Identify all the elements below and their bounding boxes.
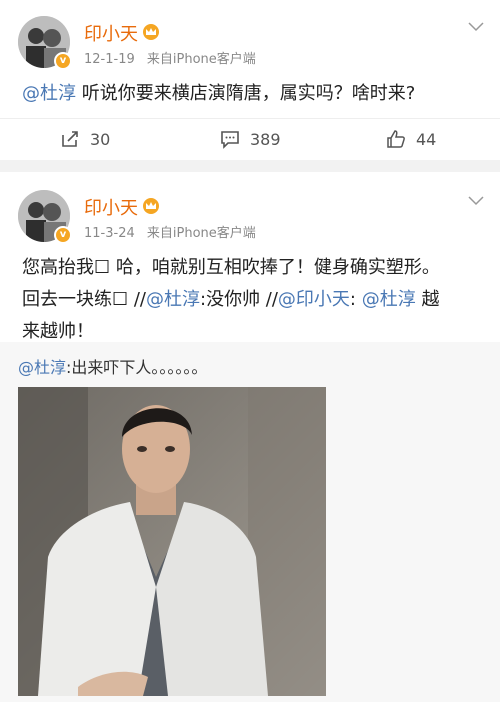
mention-link[interactable]: @杜淳	[362, 289, 416, 310]
repost-count: 30	[90, 129, 111, 149]
verified-badge-icon: v	[54, 226, 72, 244]
post-text-line-2: 回去一块练☐ //@杜淳:没你帅 //@印小天: @杜淳 越	[22, 284, 482, 316]
action-bar: 30 389 44	[0, 118, 500, 158]
like-button[interactable]: 44	[386, 119, 436, 159]
repost-text: @杜淳:出来吓下人。。。。。。	[18, 354, 207, 378]
text-fragment: 回去一块练☐ //	[22, 289, 146, 310]
post-text-content: 听说你要来横店演隋唐，属实吗？啥时来?	[76, 83, 416, 104]
username[interactable]: 印小天	[84, 20, 138, 46]
text-fragment: :	[349, 289, 362, 310]
text-fragment: :没你帅 //	[200, 289, 278, 310]
post-source: 来自iPhone客户端	[146, 52, 256, 67]
mention-link[interactable]: @杜淳	[18, 358, 66, 377]
photo-image	[18, 387, 326, 696]
post-card-1: v 印小天 12-1-19 来自iPhone客户端 @杜淳 听说你要来横店演隋唐…	[0, 0, 500, 160]
crown-icon	[143, 24, 159, 40]
mention-link[interactable]: @印小天	[278, 289, 350, 310]
verified-badge-icon: v	[54, 52, 72, 70]
mention-link[interactable]: @杜淳	[146, 289, 200, 310]
repost-button[interactable]: 30	[60, 119, 110, 159]
repost-icon	[62, 131, 78, 147]
repost-photo[interactable]	[18, 387, 326, 696]
reposted-content[interactable]: @杜淳:出来吓下人。。。。。。	[0, 342, 500, 702]
post-text-line-1: 您高抬我☐ 哈，咱就别互相吹捧了！健身确实塑形。	[22, 257, 440, 278]
crown-icon	[143, 198, 159, 214]
comment-button[interactable]: 389	[220, 119, 281, 159]
repost-text-content: :出来吓下人。。。。。。	[66, 358, 208, 377]
post-source: 来自iPhone客户端	[146, 226, 256, 241]
chevron-down-icon[interactable]	[468, 22, 484, 32]
comment-icon	[221, 131, 239, 149]
mention-link[interactable]: @杜淳	[22, 83, 76, 104]
post-date: 11-3-24	[84, 226, 135, 241]
chevron-down-icon[interactable]	[468, 196, 484, 206]
like-icon	[387, 130, 405, 148]
post-meta: 12-1-19 来自iPhone客户端	[84, 48, 264, 67]
post-meta: 11-3-24 来自iPhone客户端	[84, 222, 264, 241]
username[interactable]: 印小天	[84, 194, 138, 220]
comment-count: 389	[250, 129, 281, 149]
post-text: 您高抬我☐ 哈，咱就别互相吹捧了！健身确实塑形。 回去一块练☐ //@杜淳:没你…	[22, 252, 482, 348]
like-count: 44	[416, 129, 437, 149]
post-date: 12-1-19	[84, 52, 135, 67]
post-card-2: v 印小天 11-3-24 来自iPhone客户端 您高抬我☐ 哈，咱就别互相吹…	[0, 172, 500, 702]
text-fragment: 越	[415, 289, 440, 310]
post-text: @杜淳 听说你要来横店演隋唐，属实吗？啥时来?	[22, 78, 482, 110]
